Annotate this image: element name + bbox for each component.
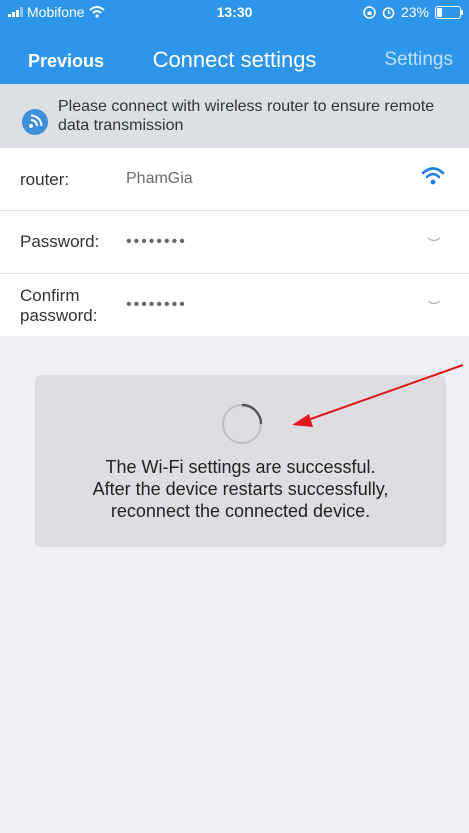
wifi-form: router: PhamGia Password: •••••••• Confi… bbox=[0, 148, 469, 336]
battery-icon bbox=[435, 5, 463, 19]
loading-message: The Wi-Fi settings are successful. After… bbox=[35, 456, 446, 522]
top-bar: Mobifone 13:30 23% Previous Connect sett… bbox=[0, 0, 469, 84]
router-label: router: bbox=[20, 170, 70, 189]
router-row[interactable]: router: PhamGia bbox=[0, 148, 469, 211]
wifi-icon[interactable] bbox=[421, 166, 445, 186]
loading-message-line1: The Wi-Fi settings are successful. bbox=[105, 457, 376, 477]
password-input[interactable]: •••••••• bbox=[126, 233, 187, 251]
password-row[interactable]: Password: •••••••• bbox=[0, 211, 469, 274]
rotation-lock-icon bbox=[363, 5, 376, 19]
password-label: Password: bbox=[20, 232, 100, 251]
battery-percent: 23% bbox=[400, 4, 429, 20]
status-right: 23% bbox=[363, 4, 463, 20]
wifi-info-icon bbox=[22, 109, 48, 135]
loading-dialog: The Wi-Fi settings are successful. After… bbox=[35, 375, 446, 547]
confirm-password-input[interactable]: •••••••• bbox=[126, 296, 187, 314]
confirm-password-label: Confirm password: bbox=[20, 286, 97, 326]
settings-button[interactable]: Settings bbox=[384, 49, 453, 71]
banner-text: Please connect with wireless router to e… bbox=[58, 98, 435, 134]
confirm-label-line2: password: bbox=[20, 306, 98, 325]
confirm-label-line1: Confirm bbox=[20, 286, 80, 305]
confirm-password-row[interactable]: Confirm password: •••••••• bbox=[0, 274, 469, 336]
router-value: PhamGia bbox=[126, 170, 193, 187]
info-banner: Please connect with wireless router to e… bbox=[0, 84, 469, 148]
alarm-icon bbox=[382, 6, 395, 19]
loading-spinner-icon bbox=[222, 403, 263, 444]
eye-closed-icon[interactable] bbox=[427, 237, 441, 245]
battery-fill bbox=[437, 7, 442, 17]
eye-closed-icon[interactable] bbox=[427, 300, 441, 308]
nav-bar: Previous Connect settings Settings bbox=[0, 38, 469, 80]
loading-message-line3: reconnect the connected device. bbox=[110, 501, 371, 521]
loading-message-line2: After the device restarts successfully, bbox=[92, 479, 389, 499]
status-bar: Mobifone 13:30 23% bbox=[0, 0, 469, 24]
